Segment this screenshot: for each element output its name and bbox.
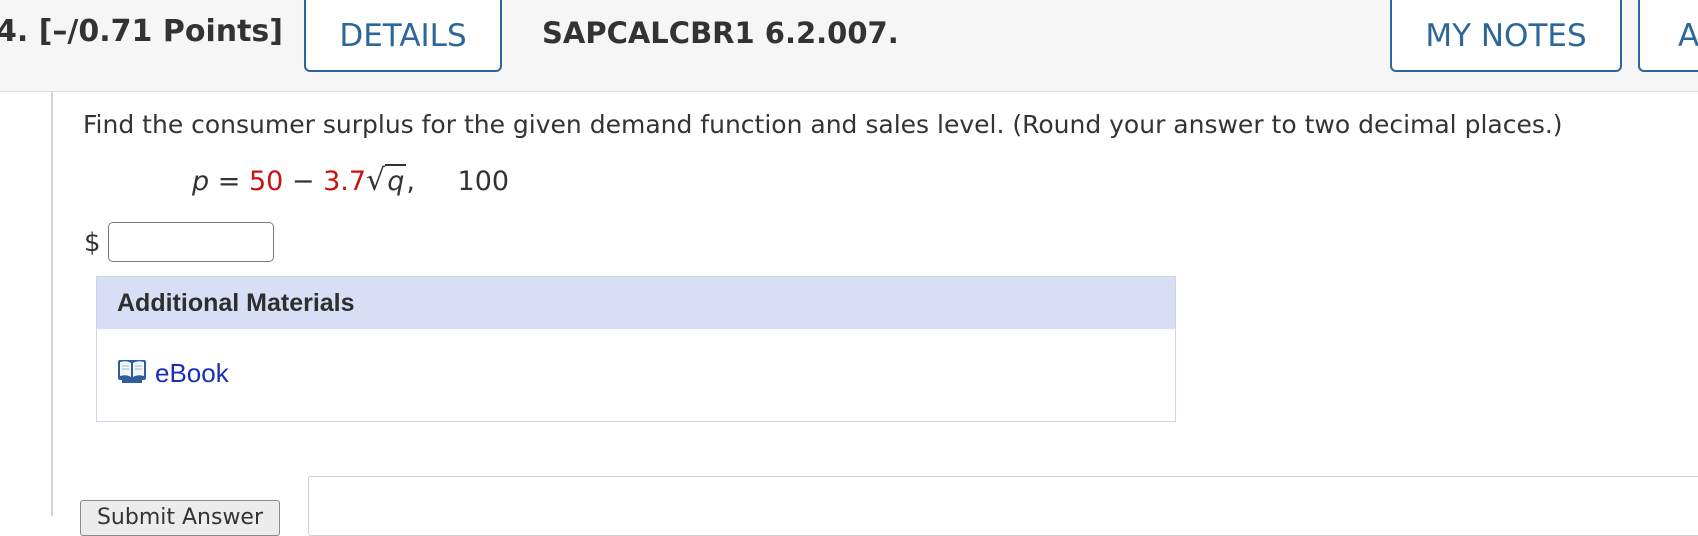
ebook-label: eBook xyxy=(155,357,229,388)
question-prompt: Find the consumer surplus for the given … xyxy=(83,110,1563,139)
dollar-sign: $ xyxy=(84,228,101,258)
submit-answer-button[interactable]: Submit Answer xyxy=(80,500,280,536)
additional-materials-panel: Additional Materials eBook xyxy=(96,276,1176,422)
equation-comma: , xyxy=(406,166,415,197)
question-header: 4. [–/0.71 Points] DETAILS SAPCALCBR1 6.… xyxy=(0,0,1698,92)
left-divider xyxy=(51,92,53,516)
sales-level: 100 xyxy=(457,166,510,197)
ebook-link[interactable]: eBook xyxy=(117,357,229,389)
my-notes-button[interactable]: MY NOTES xyxy=(1390,0,1622,72)
equation-coefficient: 3.7 xyxy=(323,166,367,197)
ebook-icon xyxy=(117,357,147,389)
answer-input[interactable] xyxy=(108,222,274,262)
points-label: 4. [–/0.71 Points] xyxy=(0,14,283,49)
equation-lhs: p xyxy=(192,166,210,197)
equation-radicand: q xyxy=(385,164,407,197)
sqrt-symbol: √ xyxy=(366,163,386,198)
equation-equals: = xyxy=(217,166,241,197)
additional-materials-title: Additional Materials xyxy=(97,277,1175,329)
question-id: SAPCALCBR1 6.2.007. xyxy=(542,16,899,50)
ask-button[interactable]: A xyxy=(1638,0,1698,72)
demand-equation: p = 50 − 3.7√q, 100 xyxy=(192,163,509,198)
details-button[interactable]: DETAILS xyxy=(304,0,502,72)
bottom-panel xyxy=(308,476,1698,536)
equation-minus: − xyxy=(291,166,315,197)
equation-constant: 50 xyxy=(248,166,284,197)
